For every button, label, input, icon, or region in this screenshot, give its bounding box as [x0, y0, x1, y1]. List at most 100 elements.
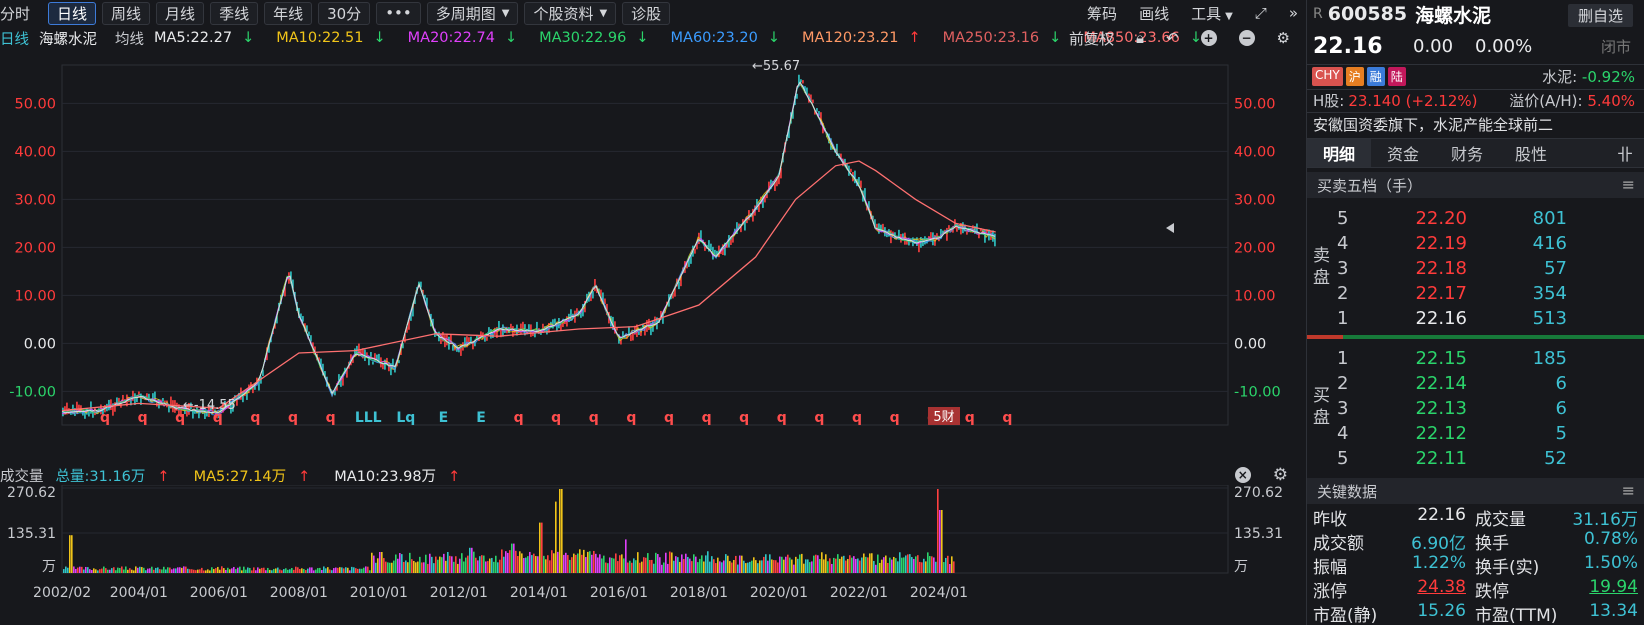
- event-marker[interactable]: LLL: [355, 410, 382, 426]
- volume-bar: [929, 556, 931, 573]
- event-marker[interactable]: q: [288, 410, 298, 426]
- event-marker[interactable]: q: [702, 410, 712, 426]
- volume-bar: [941, 510, 943, 573]
- gear-icon[interactable]: ⚙: [1277, 29, 1290, 47]
- price-chart[interactable]: 50.00 50.00 40.00 40.00 30.00 30.00 20.00 20.00…: [0, 55, 1306, 465]
- ask-row[interactable]: 3 22.18 57: [1337, 255, 1637, 281]
- ask-row[interactable]: 2 22.17 354: [1337, 280, 1637, 306]
- volume-bar: [335, 567, 337, 573]
- chips-button[interactable]: 筹码: [1087, 3, 1117, 24]
- x-tick-label: 2006/01: [190, 585, 248, 601]
- event-marker[interactable]: E: [439, 410, 449, 426]
- bid-row[interactable]: 4 22.12 5: [1337, 420, 1637, 446]
- tab-yearly[interactable]: 年线: [264, 1, 313, 25]
- event-marker[interactable]: q: [514, 410, 524, 426]
- tab-30min[interactable]: 30分: [318, 1, 371, 25]
- draw-line-button[interactable]: 画线: [1139, 3, 1169, 24]
- chart-area: 分时 日线 周线 月线 季线 年线 30分 ••• 多周期图 ▼ 个股资料 ▼ 诊股…: [0, 0, 1306, 625]
- stock-info-dropdown[interactable]: 个股资料 ▼: [524, 1, 617, 25]
- lock-icon[interactable]: 🔒︎: [1136, 29, 1144, 47]
- tab-daily[interactable]: 日线: [48, 1, 97, 25]
- zoom-in-icon[interactable]: +: [1200, 30, 1217, 46]
- event-marker[interactable]: q: [890, 410, 900, 426]
- ask-row[interactable]: 1 22.16 513: [1337, 305, 1637, 331]
- bid-row[interactable]: 3 22.13 6: [1337, 395, 1637, 421]
- event-marker[interactable]: q: [965, 410, 975, 426]
- undo-icon[interactable]: ↶: [1166, 29, 1179, 47]
- tab-fenshi[interactable]: 分时: [0, 2, 38, 25]
- event-marker[interactable]: q: [175, 410, 185, 426]
- volume-bar: [341, 567, 343, 573]
- event-marker[interactable]: q: [1002, 410, 1012, 426]
- market-badge[interactable]: CHY: [1312, 67, 1343, 86]
- event-marker[interactable]: q: [213, 410, 223, 426]
- ask-row[interactable]: 5 22.20 801: [1337, 205, 1637, 231]
- close-icon[interactable]: ×: [1234, 467, 1251, 483]
- collapse-icon[interactable]: »: [1289, 4, 1298, 22]
- bid-row[interactable]: 5 22.11 52: [1337, 445, 1637, 471]
- key-data-label: 市盈(TTM): [1475, 606, 1558, 625]
- volume-bar: [337, 567, 339, 573]
- tab-quarterly[interactable]: 季线: [210, 1, 259, 25]
- candle: [370, 351, 372, 357]
- avg-line-label[interactable]: 均线: [115, 28, 144, 49]
- market-badge[interactable]: 融: [1366, 67, 1385, 86]
- event-marker[interactable]: q: [852, 410, 862, 426]
- event-marker[interactable]: q: [777, 410, 787, 426]
- volume-bar: [189, 569, 191, 573]
- tab-finance[interactable]: 财务: [1435, 139, 1499, 167]
- bid-row[interactable]: 1 22.15 185: [1337, 345, 1637, 371]
- volume-bar: [505, 551, 507, 573]
- tab-funds[interactable]: 资金: [1371, 139, 1435, 167]
- event-marker[interactable]: q: [589, 410, 599, 426]
- tab-detail[interactable]: 明细: [1307, 139, 1371, 167]
- more-periods-button[interactable]: •••: [376, 1, 421, 25]
- volume-bar: [551, 550, 553, 573]
- bid-row[interactable]: 2 22.14 6: [1337, 370, 1637, 396]
- multi-period-dropdown[interactable]: 多周期图 ▼: [426, 1, 519, 25]
- volume-bar: [439, 556, 441, 573]
- x-tick-label: 2014/01: [510, 585, 568, 601]
- volume-bar: [891, 559, 893, 573]
- diagnose-button[interactable]: 诊股: [622, 1, 671, 25]
- volume-bar: [651, 559, 653, 573]
- gear-icon[interactable]: ⚙: [1273, 465, 1288, 485]
- event-marker[interactable]: q: [138, 410, 148, 426]
- zoom-out-icon[interactable]: −: [1238, 30, 1255, 46]
- tab-monthly[interactable]: 月线: [156, 1, 205, 25]
- event-marker[interactable]: q: [626, 410, 636, 426]
- market-badge[interactable]: 沪: [1345, 67, 1364, 86]
- remove-watchlist-button[interactable]: 删自选: [1567, 4, 1633, 27]
- adjust-toggle[interactable]: 前复权: [1069, 28, 1114, 49]
- grid-icon[interactable]: 卝: [1605, 139, 1644, 167]
- event-marker[interactable]: q: [664, 410, 674, 426]
- volume-bar: [615, 553, 617, 573]
- event-marker[interactable]: q: [100, 410, 110, 426]
- volume-bar: [783, 559, 785, 573]
- menu-icon[interactable]: ≡: [1622, 175, 1635, 194]
- event-marker[interactable]: E: [476, 410, 486, 426]
- menu-icon[interactable]: ≡: [1622, 481, 1635, 500]
- volume-bar: [407, 562, 409, 573]
- up-arrow-icon: ↑: [908, 30, 921, 46]
- event-marker[interactable]: q: [551, 410, 561, 426]
- ask-row[interactable]: 4 22.19 416: [1337, 230, 1637, 256]
- tools-dropdown[interactable]: 工具 ▼: [1191, 3, 1233, 24]
- event-marker[interactable]: q: [814, 410, 824, 426]
- expand-icon[interactable]: ⤢: [1255, 4, 1267, 22]
- candle: [678, 281, 680, 290]
- event-marker[interactable]: q: [326, 410, 336, 426]
- volume-bar: [69, 535, 71, 573]
- volume-bar: [563, 554, 565, 573]
- event-marker[interactable]: q: [250, 410, 260, 426]
- tab-character[interactable]: 股性: [1499, 139, 1563, 167]
- volume-chart[interactable]: 270.62 270.62 135.31 135.31 万 万 2002/02 2004/01…: [0, 485, 1306, 625]
- volume-bar: [507, 552, 509, 573]
- event-marker[interactable]: Lq: [396, 410, 415, 426]
- volume-bar: [241, 570, 243, 573]
- market-badge[interactable]: 陆: [1387, 67, 1406, 86]
- sector-change[interactable]: 水泥: -0.92%: [1542, 66, 1635, 87]
- tools-label: 工具: [1191, 4, 1222, 23]
- tab-weekly[interactable]: 周线: [102, 1, 151, 25]
- event-marker[interactable]: q: [739, 410, 749, 426]
